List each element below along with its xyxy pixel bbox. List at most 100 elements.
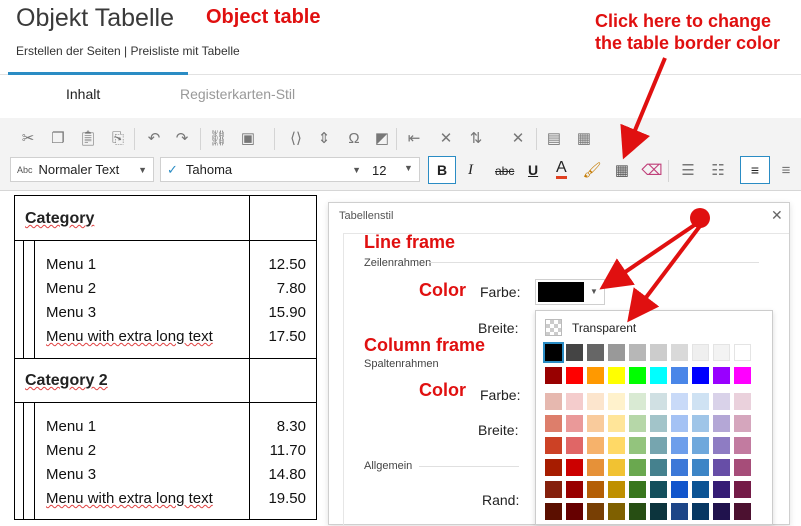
color-swatch[interactable]: [692, 344, 709, 361]
font-color-button[interactable]: A: [556, 160, 567, 179]
color-swatch[interactable]: [608, 367, 625, 384]
color-swatch[interactable]: [734, 393, 751, 410]
eraser-icon[interactable]: ⌫: [640, 158, 664, 182]
highlight-color-icon[interactable]: 🖌︎: [580, 158, 604, 182]
transparent-option[interactable]: Transparent: [572, 321, 636, 335]
font-size-value[interactable]: 12: [372, 163, 386, 178]
color-swatch[interactable]: [587, 344, 604, 361]
color-swatch[interactable]: [566, 367, 583, 384]
color-swatch[interactable]: [629, 344, 646, 361]
color-swatch[interactable]: [734, 437, 751, 454]
color-swatch[interactable]: [692, 393, 709, 410]
color-swatch[interactable]: [650, 415, 667, 432]
color-swatch[interactable]: [734, 481, 751, 498]
numbered-list-icon[interactable]: ☷: [706, 158, 730, 182]
color-swatch[interactable]: [734, 415, 751, 432]
color-swatch[interactable]: [671, 393, 688, 410]
color-swatch[interactable]: [566, 459, 583, 476]
row-color-picker[interactable]: ▼: [535, 279, 605, 305]
color-swatch[interactable]: [566, 481, 583, 498]
color-swatch[interactable]: [713, 415, 730, 432]
color-swatch[interactable]: [566, 415, 583, 432]
chevron-down-icon[interactable]: ▼: [404, 163, 413, 173]
undo-icon[interactable]: ↶: [142, 126, 166, 150]
color-swatch[interactable]: [545, 503, 562, 520]
color-swatch[interactable]: [734, 367, 751, 384]
color-swatch[interactable]: [692, 481, 709, 498]
color-swatch[interactable]: [734, 344, 751, 361]
color-swatch[interactable]: [629, 481, 646, 498]
color-swatch[interactable]: [713, 344, 730, 361]
image-icon[interactable]: ▣: [236, 126, 260, 150]
color-swatch[interactable]: [650, 503, 667, 520]
table-icon[interactable]: ▤: [542, 126, 566, 150]
price-table[interactable]: Category Menu 1 12.50 Menu 2 7.80 Menu 3…: [14, 195, 317, 520]
color-swatch[interactable]: [671, 481, 688, 498]
color-swatch[interactable]: [545, 459, 562, 476]
delete-row-icon[interactable]: ✕: [434, 126, 458, 150]
strikethrough-button[interactable]: abc: [495, 164, 514, 178]
code-icon[interactable]: ⟨⟩: [284, 126, 308, 150]
insert-row-icon[interactable]: ⇤: [402, 126, 426, 150]
color-swatch[interactable]: [545, 393, 562, 410]
color-swatch[interactable]: [629, 459, 646, 476]
color-swatch[interactable]: [545, 367, 562, 384]
close-icon[interactable]: ✕: [771, 207, 783, 224]
paste-icon[interactable]: 📋︎: [76, 126, 100, 150]
italic-button[interactable]: I: [468, 162, 473, 179]
color-swatch[interactable]: [713, 503, 730, 520]
color-swatch[interactable]: [650, 437, 667, 454]
color-swatch[interactable]: [671, 367, 688, 384]
color-swatch[interactable]: [545, 437, 562, 454]
color-swatch[interactable]: [608, 481, 625, 498]
color-swatch[interactable]: [545, 415, 562, 432]
color-swatch[interactable]: [692, 415, 709, 432]
color-swatch[interactable]: [713, 393, 730, 410]
cut-icon[interactable]: ✂: [16, 126, 40, 150]
contrast-icon[interactable]: ◩: [370, 126, 394, 150]
color-swatch[interactable]: [692, 459, 709, 476]
color-swatch[interactable]: [650, 367, 667, 384]
color-swatch[interactable]: [566, 393, 583, 410]
color-swatch[interactable]: [713, 367, 730, 384]
table-grid-icon[interactable]: ▦: [572, 126, 596, 150]
color-swatch[interactable]: [566, 503, 583, 520]
color-swatch[interactable]: [587, 437, 604, 454]
color-swatch[interactable]: [608, 393, 625, 410]
color-swatch[interactable]: [692, 437, 709, 454]
color-swatch[interactable]: [629, 367, 646, 384]
special-char-icon[interactable]: Ω: [342, 126, 366, 150]
color-swatch[interactable]: [629, 437, 646, 454]
color-swatch[interactable]: [608, 344, 625, 361]
color-swatch[interactable]: [734, 503, 751, 520]
color-swatch[interactable]: [650, 459, 667, 476]
color-swatch[interactable]: [545, 481, 562, 498]
table-border-color-icon[interactable]: ▦: [610, 158, 634, 182]
color-swatch[interactable]: [713, 481, 730, 498]
paste-text-icon[interactable]: ⎘: [106, 126, 130, 150]
color-swatch[interactable]: [566, 344, 583, 361]
color-swatch[interactable]: [692, 503, 709, 520]
redo-icon[interactable]: ↷: [170, 126, 194, 150]
color-swatch[interactable]: [587, 367, 604, 384]
color-swatch[interactable]: [671, 459, 688, 476]
bold-button[interactable]: B: [428, 156, 456, 184]
paragraph-style-select[interactable]: Abc Normaler Text ▼: [10, 157, 154, 182]
align-left-button[interactable]: ≡: [740, 156, 770, 184]
color-swatch[interactable]: [587, 481, 604, 498]
delete-column-icon[interactable]: ✕: [506, 126, 530, 150]
color-swatch[interactable]: [671, 503, 688, 520]
color-swatch[interactable]: [566, 437, 583, 454]
bullet-list-icon[interactable]: ☰: [676, 158, 700, 182]
color-swatch[interactable]: [587, 459, 604, 476]
color-swatch[interactable]: [671, 437, 688, 454]
line-height-icon[interactable]: ⇕: [312, 126, 336, 150]
color-swatch[interactable]: [629, 415, 646, 432]
color-swatch[interactable]: [608, 459, 625, 476]
color-swatch[interactable]: [671, 344, 688, 361]
color-swatch[interactable]: [713, 459, 730, 476]
insert-column-icon[interactable]: ⇅: [464, 126, 488, 150]
color-swatch[interactable]: [650, 481, 667, 498]
color-swatch[interactable]: [629, 393, 646, 410]
color-swatch[interactable]: [587, 415, 604, 432]
